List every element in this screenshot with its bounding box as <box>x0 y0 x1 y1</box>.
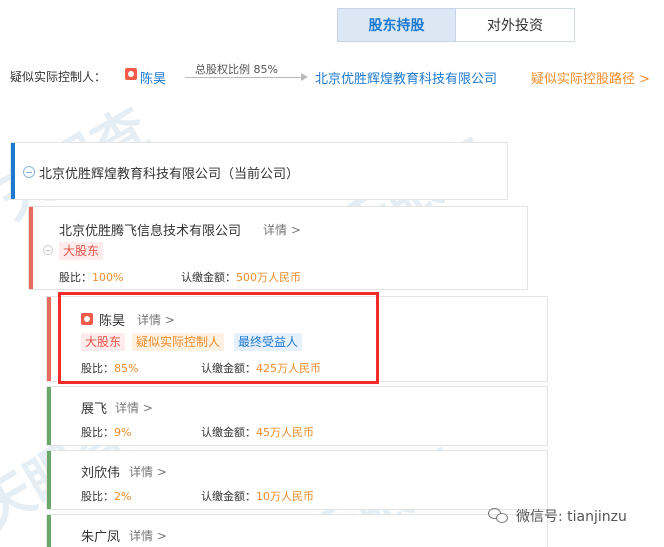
collapse-icon[interactable] <box>23 166 35 178</box>
control-path-link[interactable]: 疑似实际控股路径 > <box>531 68 650 87</box>
subscribed-capital: 认缴金额：45万人民币 <box>201 426 314 439</box>
detail-link[interactable]: 详情 > <box>129 463 167 480</box>
actual-controller-row: 疑似实际控制人： 陈昊 总股权比例 85% 北京优胜辉煌教育科技有限公司 疑似实… <box>10 60 664 94</box>
wechat-id: 微信号: tianjinzu <box>516 509 627 525</box>
shareholder-name[interactable]: 朱广凤 <box>81 526 120 545</box>
highlight-box <box>58 292 379 384</box>
tag-major-shareholder: 大股东 <box>59 242 104 260</box>
arrow-line <box>185 77 305 78</box>
shareholder-card: 朱广凤 详情 > <box>46 514 548 547</box>
shareholder-card: 北京优胜腾飞信息技术有限公司 详情 > 大股东 股比：100% 认缴金额：500… <box>28 206 528 290</box>
wechat-watermark: 微信号: tianjinzu <box>488 506 627 526</box>
root-company-name: 北京优胜辉煌教育科技有限公司（当前公司） <box>39 167 300 182</box>
card-accent-bar <box>47 387 51 445</box>
share-ratio: 股比：9% <box>81 426 132 439</box>
controller-label: 疑似实际控制人： <box>10 70 107 84</box>
subscribed-capital: 认缴金额：10万人民币 <box>201 490 314 503</box>
card-accent-bar <box>29 207 33 289</box>
detail-link[interactable]: 详情 > <box>129 527 167 544</box>
card-accent-bar <box>47 515 51 547</box>
tab-bar: 股东持股 对外投资 <box>337 8 575 42</box>
total-ratio-label: 总股权比例 85% <box>195 63 278 76</box>
shareholder-card: 刘欣伟 详情 > 股比：2% 认缴金额：10万人民币 <box>46 450 548 510</box>
share-ratio: 股比：100% <box>59 271 124 284</box>
share-ratio: 股比：2% <box>81 490 132 503</box>
person-icon <box>125 68 137 80</box>
controller-name-link[interactable]: 陈昊 <box>140 68 166 87</box>
card-accent-bar <box>47 451 51 509</box>
root-accent-bar <box>11 143 15 199</box>
shareholder-name[interactable]: 展飞 <box>81 398 107 417</box>
shareholder-name[interactable]: 刘欣伟 <box>81 462 120 481</box>
shareholder-name[interactable]: 北京优胜腾飞信息技术有限公司 <box>59 220 241 239</box>
root-company-node: 北京优胜辉煌教育科技有限公司（当前公司） <box>10 142 508 200</box>
card-accent-bar <box>47 297 51 381</box>
arrow-right-icon <box>301 73 308 81</box>
tab-shareholders[interactable]: 股东持股 <box>337 8 456 42</box>
target-company-link[interactable]: 北京优胜辉煌教育科技有限公司 <box>315 68 497 87</box>
subscribed-capital: 认缴金额：500万人民币 <box>181 271 301 284</box>
detail-link[interactable]: 详情 > <box>263 221 301 238</box>
detail-link[interactable]: 详情 > <box>115 399 153 416</box>
shareholder-card: 展飞 详情 > 股比：9% 认缴金额：45万人民币 <box>46 386 548 446</box>
wechat-icon <box>488 508 510 524</box>
tab-investments[interactable]: 对外投资 <box>456 8 575 42</box>
collapse-icon[interactable] <box>43 245 53 255</box>
